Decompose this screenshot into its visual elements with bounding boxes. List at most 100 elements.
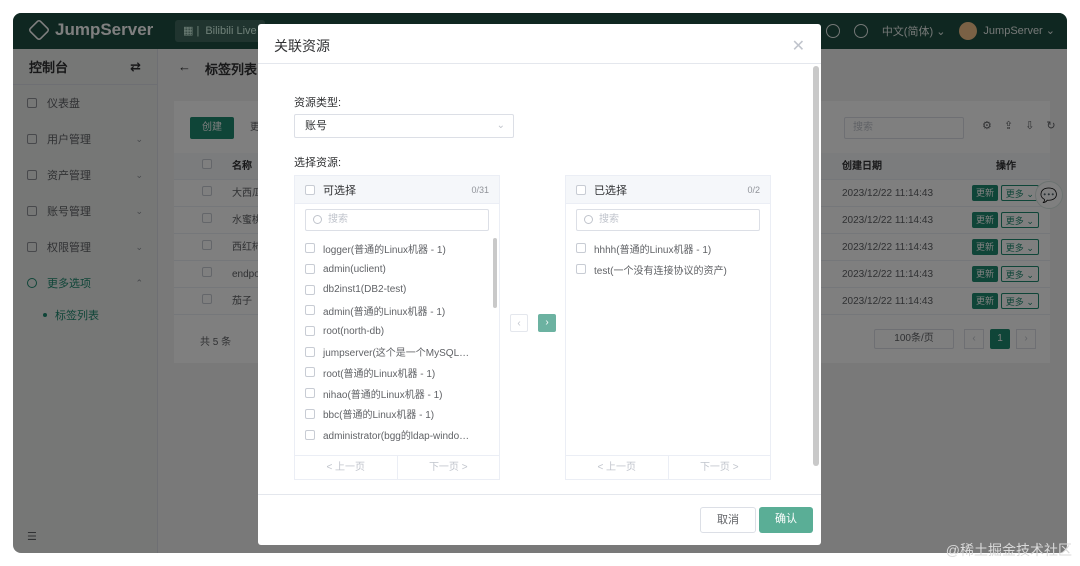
user-menu[interactable]: JumpServer ⌄ bbox=[959, 22, 1055, 40]
row-checkbox[interactable] bbox=[202, 234, 212, 261]
selected-search-input[interactable]: 搜索 bbox=[576, 209, 760, 231]
page-1-button[interactable]: 1 bbox=[990, 329, 1010, 349]
selected-panel: 已选择 0/2 搜索 hhhh(普通的Linux机器 - 1) test(一个没有… bbox=[565, 175, 771, 480]
more-button[interactable]: 更多 ⌄ bbox=[1000, 185, 1039, 202]
selected-prev-page[interactable]: < 上一页 bbox=[566, 456, 669, 479]
available-select-all-checkbox[interactable] bbox=[305, 184, 315, 195]
page-size-select[interactable]: 100条/页 bbox=[874, 329, 954, 349]
select-all-checkbox[interactable] bbox=[202, 153, 212, 180]
search-input[interactable]: 搜索 bbox=[844, 117, 964, 139]
row-name[interactable]: 茄子 bbox=[232, 288, 252, 315]
update-button[interactable]: 更新 bbox=[972, 212, 999, 229]
transfer-list-item[interactable]: test(一个没有连接协议的资产) bbox=[576, 259, 727, 280]
next-page-button[interactable]: › bbox=[1016, 329, 1036, 349]
sidebar-subitem-tags[interactable]: 标签列表 bbox=[13, 301, 157, 329]
selected-count: 0/2 bbox=[747, 184, 760, 195]
selected-select-all-checkbox[interactable] bbox=[576, 184, 586, 195]
settings-icon[interactable]: ⚙ bbox=[982, 119, 992, 132]
more-button[interactable]: 更多 ⌄ bbox=[1000, 212, 1039, 229]
move-right-button[interactable]: › bbox=[538, 314, 556, 332]
transfer-list-item[interactable]: root(north-db) bbox=[305, 321, 469, 342]
sidebar-item-assets[interactable]: 资产管理 ⌄ bbox=[13, 157, 157, 193]
item-checkbox[interactable] bbox=[305, 326, 315, 337]
row-actions: 更新 更多 ⌄ bbox=[972, 288, 1039, 315]
more-label: 更多 bbox=[1005, 243, 1024, 254]
prev-page-button[interactable]: ‹ bbox=[964, 329, 984, 349]
help-icon[interactable] bbox=[853, 24, 868, 38]
sidebar-item-users[interactable]: 用户管理 ⌄ bbox=[13, 121, 157, 157]
transfer-list-item[interactable]: logger(普通的Linux机器 - 1) bbox=[305, 238, 469, 259]
sidebar-item-permissions[interactable]: 权限管理 ⌄ bbox=[13, 229, 157, 265]
item-checkbox[interactable] bbox=[305, 284, 315, 295]
sidebar-item-more[interactable]: 更多选项 ⌃ bbox=[13, 265, 157, 301]
row-checkbox[interactable] bbox=[202, 207, 212, 234]
row-checkbox[interactable] bbox=[202, 261, 212, 288]
download-icon[interactable]: ⇩ bbox=[1025, 119, 1034, 132]
item-checkbox[interactable] bbox=[305, 429, 315, 440]
update-button[interactable]: 更新 bbox=[972, 266, 999, 283]
transfer-list-item[interactable]: root(普通的Linux机器 - 1) bbox=[305, 362, 469, 383]
update-button[interactable]: 更新 bbox=[972, 293, 999, 310]
sidebar-item-dashboard[interactable]: 仪表盘 bbox=[13, 85, 157, 121]
row-checkbox[interactable] bbox=[202, 180, 212, 207]
transfer-list-item[interactable]: administrator(bgg的ldap-windo… bbox=[305, 424, 469, 445]
resource-type-select[interactable]: 账号 ⌄ bbox=[294, 114, 514, 138]
transfer-list-item[interactable]: jumpserver(这个是一个MySQL… bbox=[305, 341, 469, 362]
item-label: hhhh(普通的Linux机器 - 1) bbox=[594, 244, 712, 256]
brand-logo[interactable]: JumpServer bbox=[27, 18, 153, 42]
dialog-scrollbar[interactable] bbox=[813, 66, 819, 466]
dialog-scroll-thumb[interactable] bbox=[813, 66, 819, 466]
item-checkbox[interactable] bbox=[305, 367, 315, 378]
more-button[interactable]: 更多 ⌄ bbox=[1000, 293, 1039, 310]
refresh-icon[interactable]: ↻ bbox=[1046, 119, 1055, 132]
more-button[interactable]: 更多 ⌄ bbox=[1000, 239, 1039, 256]
bullet-icon bbox=[43, 313, 47, 317]
item-checkbox[interactable] bbox=[576, 264, 586, 275]
confirm-button[interactable]: 确认 bbox=[759, 507, 813, 533]
switch-view-icon[interactable]: ⇄ bbox=[130, 59, 141, 75]
selected-pagination: < 上一页 下一页 > bbox=[566, 455, 770, 479]
update-button[interactable]: 更新 bbox=[972, 185, 999, 202]
transfer-list-item[interactable]: db2inst1(DB2-test) bbox=[305, 279, 469, 300]
language-switcher[interactable]: 中文(简体) ⌄ bbox=[882, 23, 946, 39]
more-button[interactable]: 更多 ⌄ bbox=[1000, 266, 1039, 283]
item-checkbox[interactable] bbox=[305, 305, 315, 316]
transfer-list-item[interactable]: hhhh(普通的Linux机器 - 1) bbox=[576, 238, 727, 259]
item-checkbox[interactable] bbox=[305, 408, 315, 419]
header-name[interactable]: 名称 bbox=[232, 153, 252, 180]
transfer-list-item[interactable]: sync(普通的Linux机器 - 1) bbox=[305, 445, 469, 448]
available-scrollbar[interactable] bbox=[493, 238, 497, 308]
transfer-list-item[interactable]: admin(普通的Linux机器 - 1) bbox=[305, 300, 469, 321]
transfer-list-item[interactable]: nihao(普通的Linux机器 - 1) bbox=[305, 383, 469, 404]
back-arrow-icon[interactable]: ← bbox=[178, 59, 191, 78]
selected-title: 已选择 bbox=[594, 184, 627, 197]
item-checkbox[interactable] bbox=[305, 243, 315, 254]
chat-icon[interactable]: 💬 bbox=[1035, 181, 1063, 209]
settings-icon[interactable] bbox=[825, 24, 840, 38]
header-created[interactable]: 创建日期 bbox=[842, 153, 882, 180]
update-button[interactable]: 更新 bbox=[972, 239, 999, 256]
row-date: 2023/12/22 11:14:43 bbox=[842, 188, 934, 199]
available-next-page[interactable]: 下一页 > bbox=[398, 456, 500, 479]
search-icon bbox=[584, 215, 593, 224]
move-left-button[interactable]: ‹ bbox=[510, 314, 528, 332]
selected-next-page[interactable]: 下一页 > bbox=[669, 456, 771, 479]
close-icon[interactable]: ✕ bbox=[792, 36, 805, 56]
available-prev-page[interactable]: < 上一页 bbox=[295, 456, 398, 479]
transfer-list-item[interactable]: bbc(普通的Linux机器 - 1) bbox=[305, 404, 469, 425]
available-search-input[interactable]: 搜索 bbox=[305, 209, 489, 231]
upload-icon[interactable]: ⇪ bbox=[1004, 119, 1013, 132]
item-label: jumpserver(这个是一个MySQL… bbox=[323, 348, 470, 360]
chevron-down-icon: ⌄ bbox=[135, 205, 143, 216]
row-checkbox[interactable] bbox=[202, 288, 212, 315]
org-switcher[interactable]: ▦ | Bilibili Live bbox=[175, 20, 265, 42]
item-checkbox[interactable] bbox=[576, 243, 586, 254]
sidebar-item-accounts[interactable]: 账号管理 ⌄ bbox=[13, 193, 157, 229]
item-checkbox[interactable] bbox=[305, 346, 315, 357]
transfer-list-item[interactable]: admin(uclient) bbox=[305, 259, 469, 280]
cancel-button[interactable]: 取消 bbox=[700, 507, 756, 533]
collapse-sidebar-icon[interactable]: ☰ bbox=[27, 530, 37, 543]
item-checkbox[interactable] bbox=[305, 264, 315, 275]
item-checkbox[interactable] bbox=[305, 388, 315, 399]
create-button[interactable]: 创建 bbox=[190, 117, 234, 139]
